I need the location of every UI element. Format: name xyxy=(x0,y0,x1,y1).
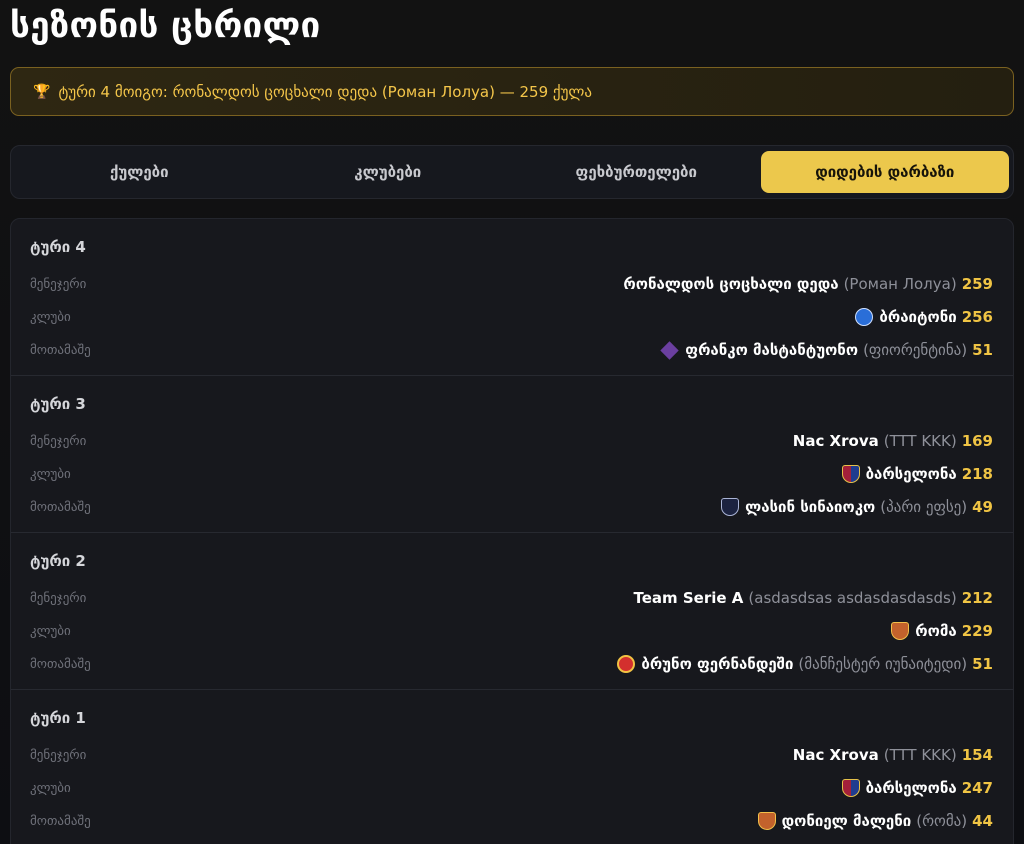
player-row: მოთამაშე ბრუნო ფერნანდეში (მანჩესტერ იუნ… xyxy=(30,652,993,676)
manager-row: მენეჯერი რონალდოს ცოცხალი დედა (Роман Ло… xyxy=(30,272,993,296)
manager-row: მენეჯერი Team Serie A (asdasdsas asdasda… xyxy=(30,586,993,610)
player-row: მოთამაშე ფრანკო მასტანტუონო (ფიორენტინა)… xyxy=(30,338,993,362)
player-label: მოთამაშე xyxy=(30,813,91,829)
tab-players[interactable]: ფეხბურთელები xyxy=(512,151,761,193)
club-row: კლუბი ბარსელონა 218 xyxy=(30,462,993,486)
page-title: სეზონის ცხრილი xyxy=(10,6,321,46)
player-name: დონიელ მალენი xyxy=(781,812,912,830)
player-name: ლასინ სინაიოკო xyxy=(745,498,876,516)
manager-name: Nac Xrova xyxy=(792,746,879,764)
club-points: 256 xyxy=(961,308,993,326)
player-club: (პარი ეფსე) xyxy=(880,498,968,516)
manager-name: Team Serie A xyxy=(633,589,744,607)
round-title: ტური 2 xyxy=(30,552,86,570)
club-points: 247 xyxy=(961,779,993,797)
player-name: ფრანკო მასტანტუონო xyxy=(685,341,859,359)
player-club: (მანჩესტერ იუნაიტედი) xyxy=(798,655,968,673)
club-row: კლუბი ბრაიტონი 256 xyxy=(30,305,993,329)
manager-name: რონალდოს ცოცხალი დედა xyxy=(623,275,839,293)
club-label: კლუბი xyxy=(30,780,71,796)
manager-row: მენეჯერი Nac Xrova (TTT KKK) 154 xyxy=(30,743,993,767)
player-name: ბრუნო ფერნანდეში xyxy=(641,655,794,673)
hall-of-fame-list: ტური 4 მენეჯერი რონალდოს ცოცხალი დედა (Р… xyxy=(10,218,1014,844)
round-title: ტური 3 xyxy=(30,395,86,413)
manager-label: მენეჯერი xyxy=(30,276,87,292)
manager-points: 259 xyxy=(961,275,993,293)
player-label: მოთამაშე xyxy=(30,499,91,515)
round-card: ტური 4 მენეჯერი რონალდოს ცოცხალი დედა (Р… xyxy=(11,219,1013,376)
round-card: ტური 2 მენეჯერი Team Serie A (asdasdsas … xyxy=(11,533,1013,690)
fiorentina-crest-icon xyxy=(660,340,679,360)
round-card: ტური 1 მენეჯერი Nac Xrova (TTT KKK) 154 … xyxy=(11,690,1013,844)
player-points: 49 xyxy=(972,498,993,516)
manager-label: მენეჯერი xyxy=(30,747,87,763)
player-label: მოთამაშე xyxy=(30,342,91,358)
round-title: ტური 1 xyxy=(30,709,86,727)
paris-fc-crest-icon xyxy=(721,498,740,516)
manager-points: 212 xyxy=(961,589,993,607)
manager-owner: (TTT KKK) xyxy=(883,432,957,450)
club-name: ბარსელონა xyxy=(865,465,957,483)
manager-label: მენეჯერი xyxy=(30,590,87,606)
roma-crest-icon xyxy=(891,622,910,640)
round-winner-banner: 🏆 ტური 4 მოიგო: რონალდოს ცოცხალი დედა (Р… xyxy=(10,67,1014,116)
roma-crest-icon xyxy=(757,812,776,830)
round-card: ტური 3 მენეჯერი Nac Xrova (TTT KKK) 169 … xyxy=(11,376,1013,533)
club-points: 218 xyxy=(961,465,993,483)
player-points: 51 xyxy=(972,655,993,673)
manager-name: Nac Xrova xyxy=(792,432,879,450)
club-label: კლუბი xyxy=(30,623,71,639)
manager-owner: (TTT KKK) xyxy=(883,746,957,764)
manager-label: მენეჯერი xyxy=(30,433,87,449)
tab-clubs[interactable]: კლუბები xyxy=(264,151,513,193)
manager-points: 169 xyxy=(961,432,993,450)
club-label: კლუბი xyxy=(30,466,71,482)
brighton-crest-icon xyxy=(855,308,874,326)
club-name: ბარსელონა xyxy=(865,779,957,797)
tab-hall-of-fame[interactable]: დიდების დარბაზი xyxy=(760,151,1009,193)
banner-text: ტური 4 მოიგო: რონალდოს ცოცხალი დედა (Ром… xyxy=(58,82,592,101)
club-points: 229 xyxy=(961,622,993,640)
man-utd-crest-icon xyxy=(617,655,636,673)
club-label: კლუბი xyxy=(30,309,71,325)
club-row: კლუბი რომა 229 xyxy=(30,619,993,643)
trophy-icon: 🏆 xyxy=(33,83,51,100)
manager-row: მენეჯერი Nac Xrova (TTT KKK) 169 xyxy=(30,429,993,453)
round-title: ტური 4 xyxy=(30,238,86,256)
tab-bar: ქულები კლუბები ფეხბურთელები დიდების დარბ… xyxy=(10,145,1014,199)
club-row: კლუბი ბარსელონა 247 xyxy=(30,776,993,800)
tab-points[interactable]: ქულები xyxy=(15,151,264,193)
club-name: ბრაიტონი xyxy=(879,308,957,326)
barcelona-crest-icon xyxy=(841,779,860,797)
player-label: მოთამაშე xyxy=(30,656,91,672)
manager-owner: (Роман Лолуа) xyxy=(843,275,957,293)
barcelona-crest-icon xyxy=(841,465,860,483)
player-club: (რომა) xyxy=(916,812,968,830)
player-row: მოთამაშე დონიელ მალენი (რომა) 44 xyxy=(30,809,993,833)
player-points: 44 xyxy=(972,812,993,830)
player-row: მოთამაშე ლასინ სინაიოკო (პარი ეფსე) 49 xyxy=(30,495,993,519)
manager-points: 154 xyxy=(961,746,993,764)
player-points: 51 xyxy=(972,341,993,359)
club-name: რომა xyxy=(915,622,957,640)
manager-owner: (asdasdsas asdasdasdasds) xyxy=(748,589,957,607)
player-club: (ფიორენტინა) xyxy=(863,341,968,359)
